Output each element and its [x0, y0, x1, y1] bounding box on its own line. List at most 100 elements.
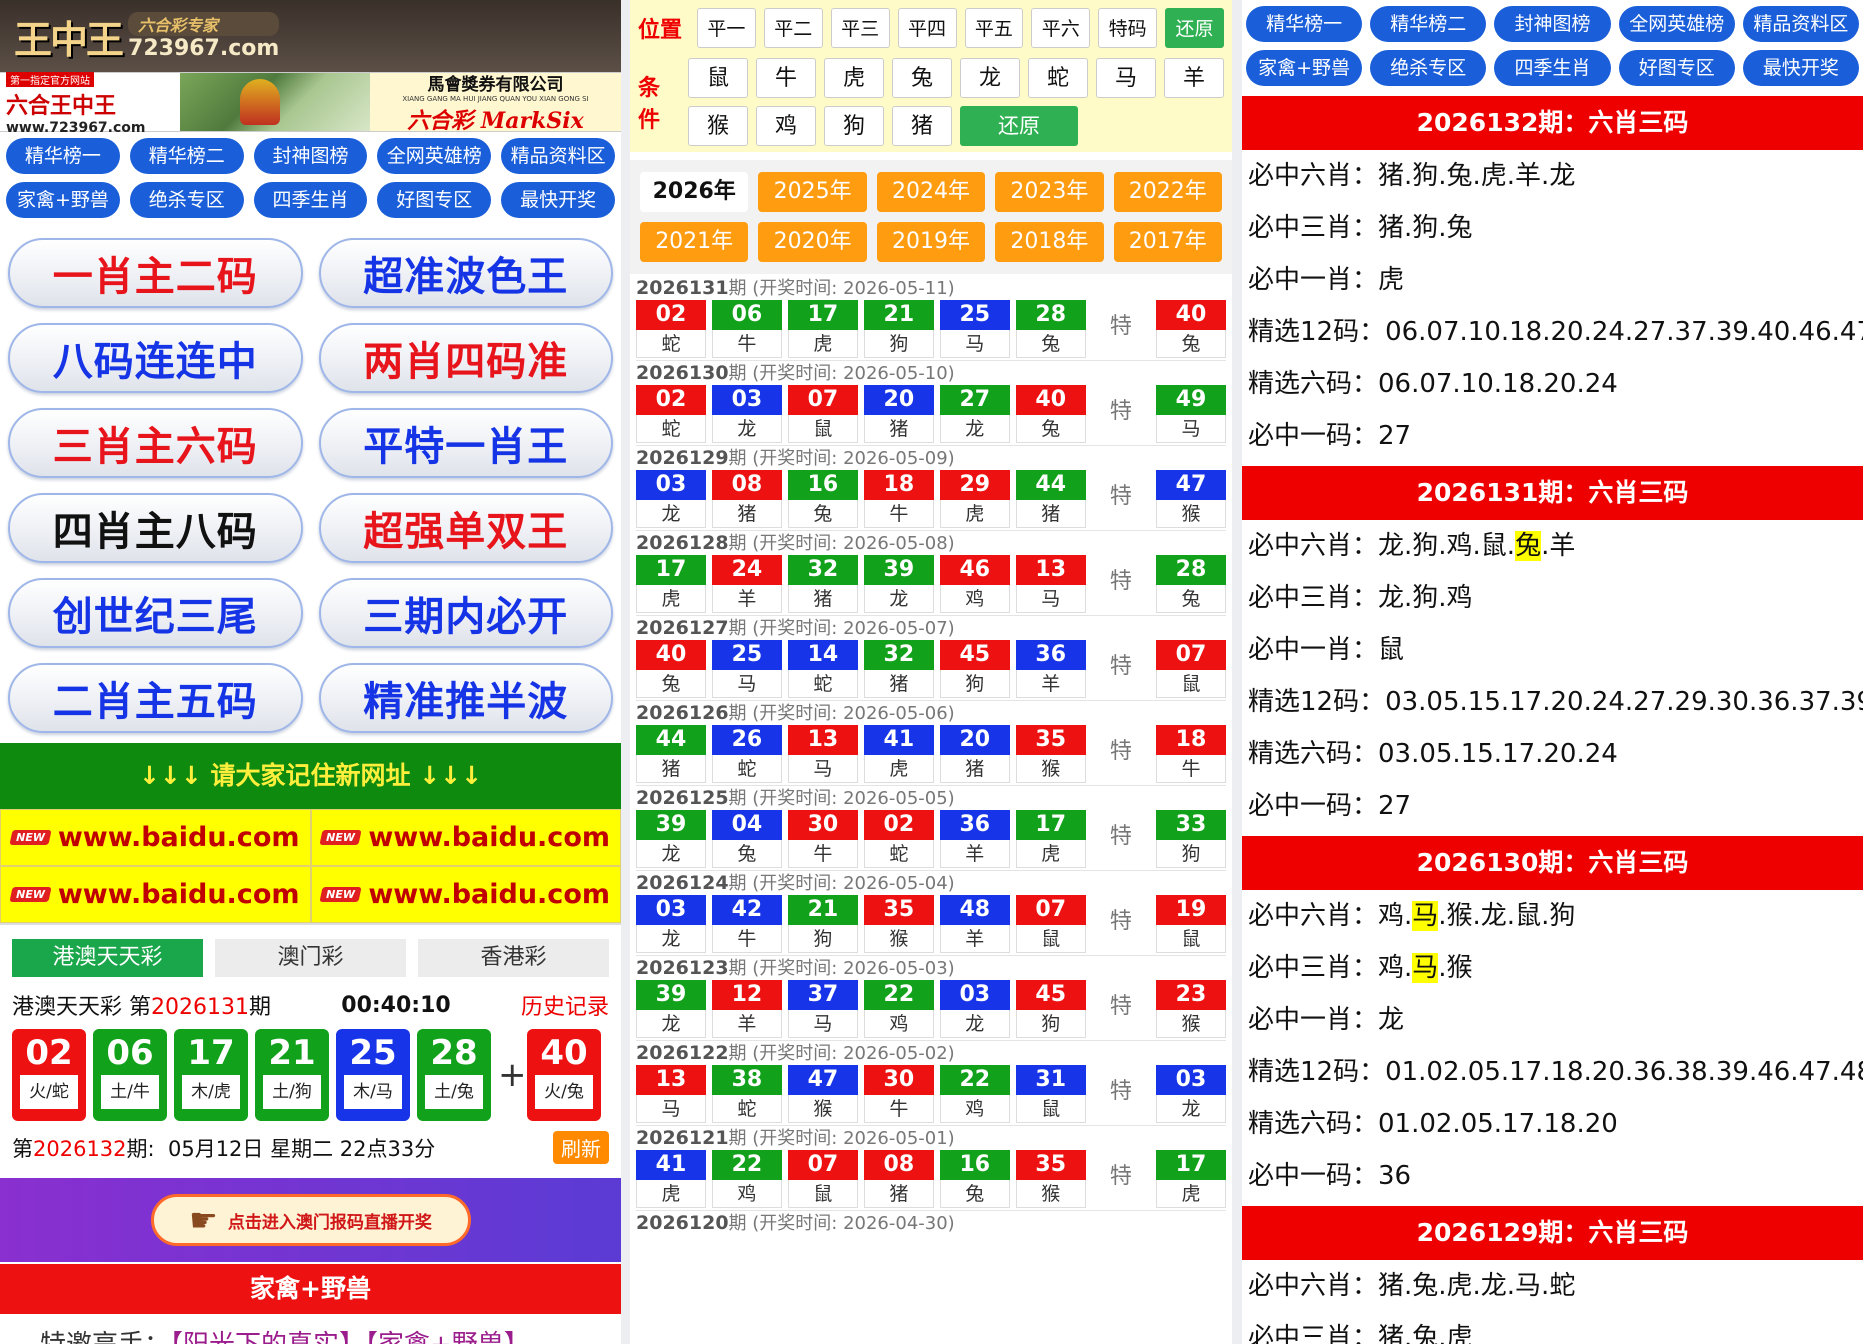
right-nav-link-2[interactable]: 封神图榜	[1494, 6, 1611, 42]
year-btn-6[interactable]: 2020年	[758, 222, 867, 262]
feature-button-7[interactable]: 超强单双王	[318, 493, 613, 563]
guest-items[interactable]: 【阳光下的真实】【家禽+野兽】	[170, 1330, 530, 1344]
zodiac-btn-5[interactable]: 蛇	[1028, 58, 1088, 98]
line-text: .猴	[1438, 953, 1473, 983]
feature-button-10[interactable]: 二肖主五码	[8, 663, 303, 733]
year-btn-5[interactable]: 2021年	[640, 222, 749, 262]
line-text: 必中一码：27	[1248, 421, 1412, 451]
feature-button-8[interactable]: 创世纪三尾	[8, 578, 303, 648]
ball-number: 28	[1015, 300, 1086, 330]
zodiac-btn-1[interactable]: 牛	[756, 58, 816, 98]
draw-ball: 24 羊	[711, 555, 782, 613]
zodiac-btn-0[interactable]: 鼠	[688, 58, 748, 98]
position-btn-5[interactable]: 平六	[1031, 8, 1091, 48]
position-btn-4[interactable]: 平五	[964, 8, 1024, 48]
position-btn-0[interactable]: 平一	[697, 8, 756, 48]
zodiac-btn2-0[interactable]: 猴	[688, 106, 748, 146]
zodiac-btn-3[interactable]: 兔	[892, 58, 952, 98]
zodiac-btn-2[interactable]: 虎	[824, 58, 884, 98]
feature-button-6[interactable]: 四肖主八码	[8, 493, 303, 563]
year-btn-3[interactable]: 2023年	[995, 172, 1104, 212]
next-time: 05月12日 星期二 22点33分	[167, 1136, 436, 1161]
right-nav-link-9[interactable]: 最快开奖	[1742, 50, 1859, 86]
feature-button-9[interactable]: 三期内必开	[318, 578, 613, 648]
url-link-3[interactable]: NEW www.baidu.com	[310, 866, 621, 923]
draw-title: 2026131期 (开奖时间: 2026-05-11)	[636, 276, 1226, 300]
year-btn-1[interactable]: 2025年	[758, 172, 867, 212]
right-nav-link-5[interactable]: 家禽+野兽	[1246, 50, 1363, 86]
nav-link-0[interactable]: 精华榜一	[6, 138, 120, 174]
right-nav-link-7[interactable]: 四季生肖	[1494, 50, 1611, 86]
feature-button-2[interactable]: 八码连连中	[8, 323, 303, 393]
zodiac-btn-6[interactable]: 马	[1096, 58, 1156, 98]
feature-button-4[interactable]: 三肖主六码	[8, 408, 303, 478]
position-btn-6[interactable]: 特码	[1098, 8, 1158, 48]
right-nav-link-6[interactable]: 绝杀专区	[1370, 50, 1487, 86]
draw-ball: 17 虎	[1015, 810, 1086, 868]
history-link[interactable]: 历史记录	[521, 989, 609, 1021]
feature-button-0[interactable]: 一肖主二码	[8, 238, 303, 308]
nav-link-9[interactable]: 最快开奖	[501, 182, 615, 218]
nav-link-7[interactable]: 四季生肖	[253, 182, 368, 218]
refresh-button[interactable]: 刷新	[553, 1131, 609, 1164]
zodiac-btn-4[interactable]: 龙	[960, 58, 1020, 98]
position-btn-2[interactable]: 平三	[830, 8, 890, 48]
nav-link-8[interactable]: 好图专区	[377, 182, 492, 218]
draw-period: 2026123	[636, 957, 729, 979]
nav-link-4[interactable]: 精品资料区	[501, 138, 615, 174]
draw-ball: 32 猪	[863, 640, 934, 698]
year-btn-9[interactable]: 2017年	[1113, 222, 1222, 262]
draw-ball: 13 马	[787, 725, 858, 783]
draw-period: 2026120	[636, 1212, 729, 1234]
ball-number: 21	[787, 895, 858, 925]
ball-zodiac: 牛	[787, 840, 858, 868]
site-header-banner[interactable]: 王中王 六合彩专家 723967.com	[0, 0, 621, 72]
condition-reset-button[interactable]: 还原	[960, 106, 1078, 146]
nav-link-3[interactable]: 全网英雄榜	[377, 138, 492, 174]
ball-number: 03	[1156, 1065, 1226, 1095]
right-nav-link-1[interactable]: 精华榜二	[1370, 6, 1487, 42]
draw-ball: 03 龙	[636, 895, 706, 953]
nav-link-5[interactable]: 家禽+野兽	[6, 182, 120, 218]
feature-button-11[interactable]: 精准推半波	[318, 663, 613, 733]
zodiac-btn2-1[interactable]: 鸡	[756, 106, 816, 146]
feature-button-3[interactable]: 两肖四码准	[318, 323, 613, 393]
nav-link-1[interactable]: 精华榜二	[129, 138, 244, 174]
draw-ball: 08 猪	[863, 1150, 934, 1208]
tab-0[interactable]: 港澳天天彩	[12, 939, 203, 977]
ad-banner[interactable]: 第一指定官方网站 六合王中王 www.723967.com 馬會獎券有限公司 X…	[0, 71, 621, 136]
url-link-0[interactable]: NEW www.baidu.com	[0, 809, 311, 866]
right-nav-link-0[interactable]: 精华榜一	[1246, 6, 1363, 42]
zodiac-btn2-2[interactable]: 狗	[824, 106, 884, 146]
zodiac-btn2-3[interactable]: 猪	[892, 106, 952, 146]
special-ball: 33 狗	[1156, 810, 1226, 868]
feature-button-1[interactable]: 超准波色王	[318, 238, 613, 308]
right-nav-link-8[interactable]: 好图专区	[1618, 50, 1735, 86]
nav-link-6[interactable]: 绝杀专区	[129, 182, 244, 218]
draw-ball: 16 兔	[939, 1150, 1010, 1208]
zodiac-btn-7[interactable]: 羊	[1164, 58, 1224, 98]
url-link-1[interactable]: NEW www.baidu.com	[310, 809, 621, 866]
ball-number: 20	[863, 385, 934, 415]
url-link-2[interactable]: NEW www.baidu.com	[0, 866, 311, 923]
draw-ball: 04 兔	[711, 810, 782, 868]
right-nav-link-4[interactable]: 精品资料区	[1742, 6, 1859, 42]
ball-zodiac: 鸡	[863, 1010, 934, 1038]
right-nav-link-3[interactable]: 全网英雄榜	[1618, 6, 1735, 42]
live-draw-button[interactable]: ☛ 点击进入澳门报码直播开奖	[150, 1194, 471, 1246]
nav-link-2[interactable]: 封神图榜	[253, 138, 368, 174]
draw-date: 期 (开奖时间: 2026-05-08)	[728, 533, 955, 554]
position-btn-1[interactable]: 平二	[763, 8, 823, 48]
year-btn-0[interactable]: 2026年	[640, 172, 749, 212]
tab-1[interactable]: 澳门彩	[215, 939, 406, 977]
year-btn-2[interactable]: 2024年	[876, 172, 986, 212]
year-btn-4[interactable]: 2022年	[1113, 172, 1222, 212]
tab-2[interactable]: 香港彩	[418, 939, 609, 977]
ball-zodiac: 狗	[939, 670, 1010, 698]
position-btn-3[interactable]: 平四	[897, 8, 957, 48]
feature-button-5[interactable]: 平特一肖王	[318, 408, 613, 478]
draw-header: 港澳天天彩 第2026131期 00:40:10 历史记录	[0, 983, 621, 1027]
position-btn-7[interactable]: 还原	[1165, 8, 1224, 48]
year-btn-8[interactable]: 2018年	[995, 222, 1104, 262]
year-btn-7[interactable]: 2019年	[876, 222, 986, 262]
